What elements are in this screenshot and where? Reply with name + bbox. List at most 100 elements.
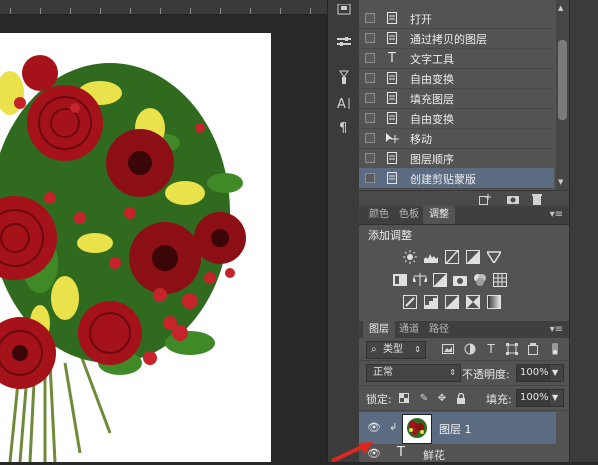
color-lookup-icon[interactable] — [492, 272, 507, 287]
history-source-checkbox[interactable] — [365, 73, 375, 83]
layer-row[interactable]: 👁 T 鲜花 — [359, 445, 556, 462]
history-source-checkbox[interactable] — [365, 53, 375, 63]
divider — [359, 410, 569, 411]
levels-icon[interactable] — [423, 249, 438, 264]
channel-mixer-icon[interactable] — [472, 272, 487, 287]
history-panel: 打开 通过拷贝的图层 T 文字工具 自由变换 填充图层 自由变换 移动 图层顺序 — [359, 0, 569, 190]
gradient-map-icon[interactable] — [486, 294, 501, 309]
vibrance-icon[interactable] — [486, 249, 501, 264]
document-icon — [385, 111, 399, 125]
horizontal-ruler — [0, 0, 327, 15]
type-layer-icon: T — [397, 445, 405, 460]
layer-filter-kind-select[interactable]: ⌕ 类型 ⇕ — [366, 341, 426, 359]
color-balance-icon[interactable] — [412, 272, 427, 287]
scroll-down-icon[interactable]: ▼ — [558, 178, 563, 186]
document-icon — [385, 171, 399, 185]
threshold-icon[interactable] — [444, 294, 459, 309]
document-icon — [385, 91, 399, 105]
history-item-label: 自由变换 — [410, 113, 454, 126]
paragraph-panel-icon[interactable]: ¶ — [334, 117, 354, 137]
black-white-icon[interactable] — [432, 272, 447, 287]
opacity-value: 100% — [520, 367, 549, 378]
lock-position-icon[interactable]: ✥ — [436, 392, 448, 404]
panel-icon-strip: A ¶ — [327, 0, 361, 462]
character-panel-icon[interactable]: A — [334, 93, 354, 113]
camera-snapshot-icon[interactable] — [507, 193, 519, 205]
fill-input[interactable]: 100% — [516, 389, 550, 407]
clone-source-icon[interactable] — [334, 67, 354, 87]
history-item[interactable]: 图层顺序 — [359, 148, 554, 169]
delete-state-icon[interactable] — [531, 193, 543, 205]
tab-swatches[interactable]: 色板 — [393, 206, 425, 224]
tab-layers[interactable]: 图层 — [363, 321, 395, 339]
layer-thumbnail[interactable] — [402, 414, 432, 444]
history-source-checkbox[interactable] — [365, 173, 375, 183]
opacity-input[interactable]: 100% — [516, 364, 550, 382]
layer-row-selected[interactable]: 👁 ↲ 图层 1 — [359, 412, 556, 444]
history-item-selected[interactable]: 创建剪贴蒙版 — [359, 168, 554, 189]
selective-color-icon[interactable] — [465, 294, 480, 309]
history-source-checkbox[interactable] — [365, 33, 375, 43]
tab-channels[interactable]: 通道 — [393, 321, 425, 339]
type-layer-filter-icon[interactable]: T — [484, 342, 498, 356]
posterize-icon[interactable] — [423, 294, 438, 309]
invert-icon[interactable] — [402, 294, 417, 309]
adjustments-tabbar: 颜色 色板 调整 ▾≡ — [359, 206, 569, 225]
curves-icon[interactable] — [444, 249, 459, 264]
layer-name: 鲜花 — [423, 449, 445, 462]
history-item[interactable]: 填充图层 — [359, 88, 554, 109]
brightness-contrast-icon[interactable] — [402, 249, 417, 264]
lock-image-pixels-icon[interactable]: ✎ — [418, 392, 430, 404]
visibility-eye-icon[interactable]: 👁 — [367, 421, 381, 434]
tab-paths[interactable]: 路径 — [423, 321, 455, 339]
chevron-updown-icon: ⇕ — [449, 368, 456, 377]
shape-layer-filter-icon[interactable] — [505, 342, 519, 356]
history-item[interactable]: 通过拷贝的图层 — [359, 28, 554, 49]
pixel-layer-filter-icon[interactable] — [441, 342, 455, 356]
history-source-checkbox[interactable] — [365, 113, 375, 123]
lock-all-icon[interactable] — [455, 392, 467, 404]
photo-filter-icon[interactable] — [452, 272, 467, 287]
blend-mode-select[interactable]: 正常 ⇕ — [366, 364, 461, 382]
history-item[interactable]: 打开 — [359, 8, 554, 29]
canvas-image — [0, 33, 271, 462]
document-icon — [385, 31, 399, 45]
blend-mode-value: 正常 — [373, 367, 393, 378]
panel-menu-icon[interactable]: ▾≡ — [550, 209, 563, 220]
adjustment-layer-filter-icon[interactable] — [463, 342, 477, 356]
history-panel-icon[interactable] — [334, 0, 354, 20]
history-item[interactable]: 自由变换 — [359, 108, 554, 129]
document-canvas-area[interactable] — [0, 0, 327, 462]
history-source-checkbox[interactable] — [365, 133, 375, 143]
brush-settings-icon[interactable] — [334, 33, 354, 53]
fill-value: 100% — [520, 392, 549, 403]
history-item[interactable]: T 文字工具 — [359, 48, 554, 69]
history-source-checkbox[interactable] — [365, 93, 375, 103]
tab-color[interactable]: 颜色 — [363, 206, 395, 224]
history-item[interactable]: 移动 — [359, 128, 554, 149]
history-item-label: 创建剪贴蒙版 — [410, 173, 476, 186]
history-scrollbar-thumb[interactable] — [558, 40, 567, 120]
panel-menu-icon[interactable]: ▾≡ — [550, 324, 563, 335]
history-source-checkbox[interactable] — [365, 13, 375, 23]
hue-saturation-icon[interactable] — [392, 272, 407, 287]
flower-bouquet-image — [0, 55, 246, 462]
move-tool-icon — [385, 131, 399, 145]
fill-dropdown-button[interactable]: ▼ — [549, 389, 564, 407]
tab-adjustments[interactable]: 调整 — [423, 206, 455, 224]
exposure-icon[interactable] — [465, 249, 480, 264]
svg-text:¶: ¶ — [339, 121, 347, 134]
search-icon: ⌕ — [371, 344, 377, 355]
scroll-up-icon[interactable]: ▲ — [558, 4, 563, 12]
new-document-from-state-icon[interactable] — [479, 193, 491, 205]
filter-toggle-icon[interactable] — [548, 342, 562, 356]
svg-text:A: A — [337, 97, 346, 110]
smart-object-filter-icon[interactable] — [526, 342, 540, 356]
opacity-dropdown-button[interactable]: ▼ — [549, 364, 564, 382]
document-icon — [385, 151, 399, 165]
history-item[interactable]: 自由变换 — [359, 68, 554, 89]
history-source-checkbox[interactable] — [365, 153, 375, 163]
lock-transparent-pixels-icon[interactable] — [398, 392, 410, 404]
clipping-mask-arrow-icon: ↲ — [389, 422, 398, 433]
annotation-arrow — [330, 440, 375, 465]
